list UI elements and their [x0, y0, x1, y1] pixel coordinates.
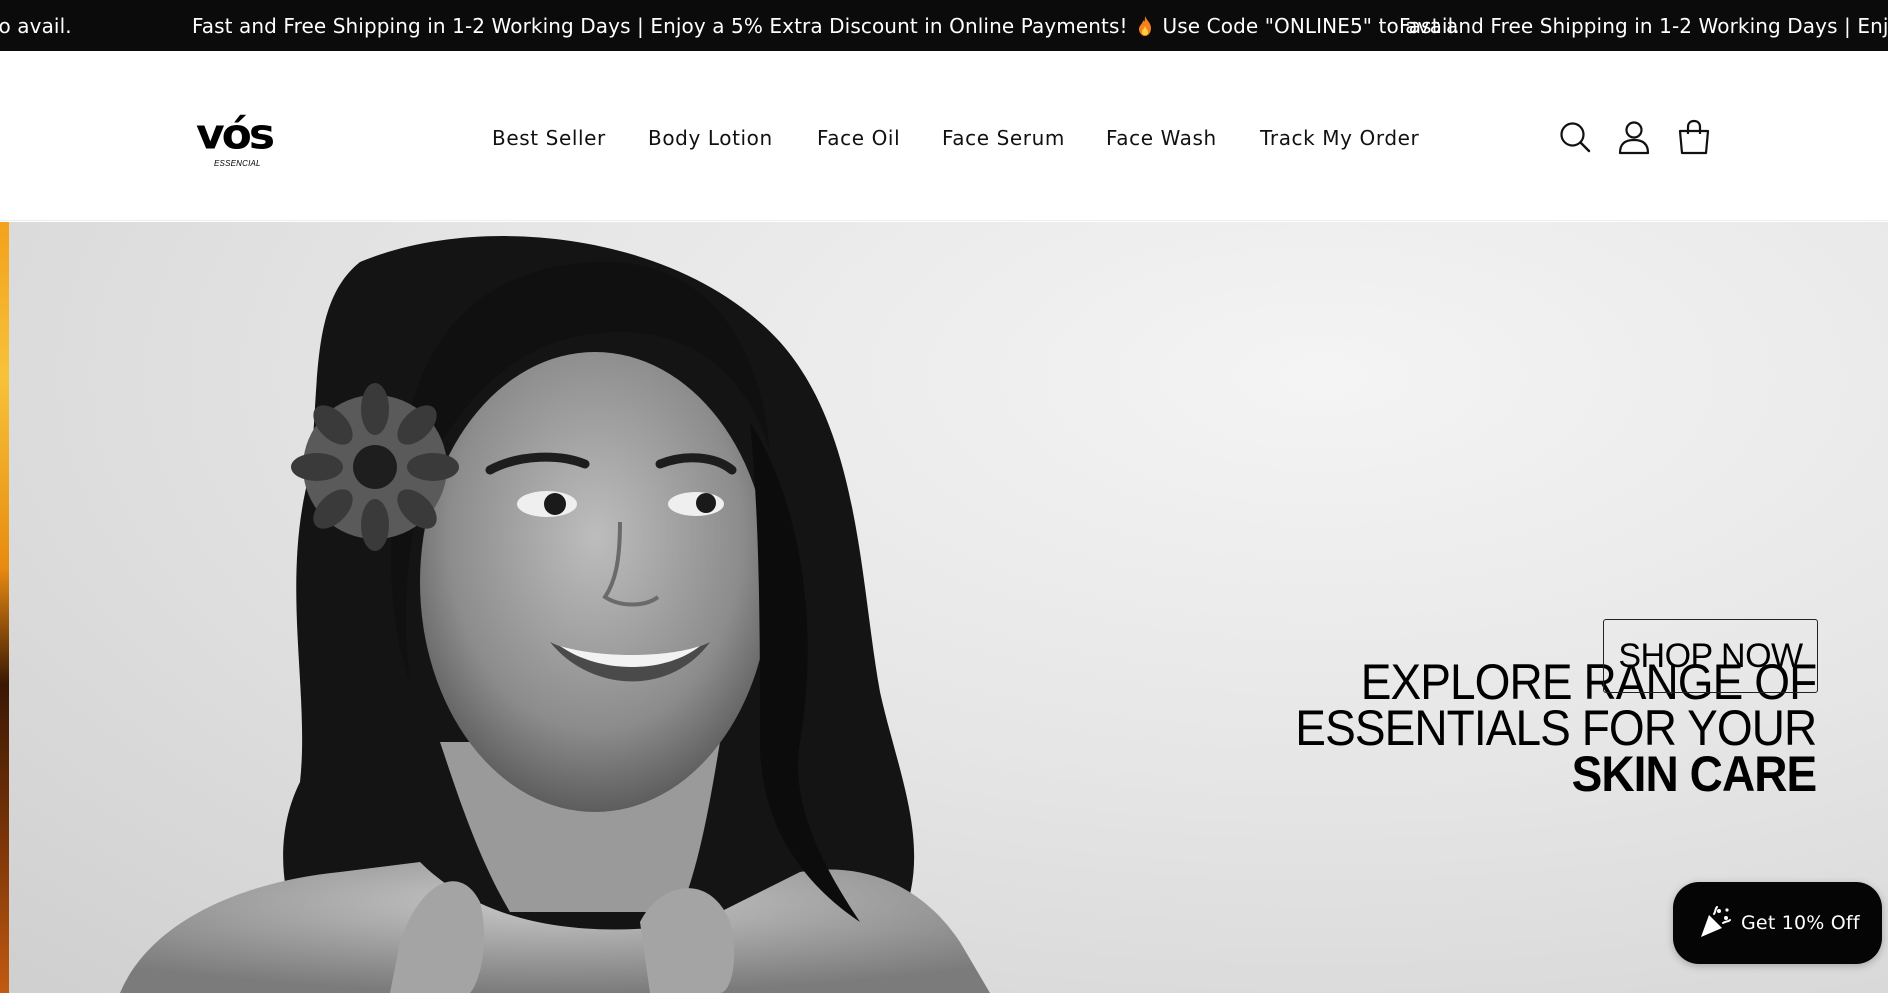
hero-edge-accent	[0, 222, 9, 993]
nav-best-seller[interactable]: Best Seller	[492, 123, 606, 153]
hero-line-2: ESSENTIALS FOR YOUR	[1294, 700, 1817, 756]
nav-face-wash[interactable]: Face Wash	[1106, 123, 1217, 153]
hero-portrait-image	[120, 236, 990, 993]
nav-face-oil[interactable]: Face Oil	[817, 123, 900, 153]
shop-now-button[interactable]: SHOP NOW	[1603, 619, 1818, 693]
nav-face-serum[interactable]: Face Serum	[942, 123, 1065, 153]
nav-body-lotion[interactable]: Body Lotion	[648, 123, 773, 153]
flame-icon	[1139, 16, 1152, 36]
account-icon[interactable]	[1617, 119, 1651, 155]
discount-popup-button[interactable]: Get 10% Off	[1673, 882, 1882, 964]
logo-subtitle: ESSENCIAL	[214, 159, 261, 168]
announcement-message: Fast and Free Shipping in 1-2 Working Da…	[192, 13, 1460, 39]
announcement-message: Fast and Free Shipping in 1-2 Working Da…	[1399, 13, 1888, 39]
announcement-message: Fast and Free Shipping in 1-2 Working Da…	[0, 13, 72, 39]
cart-icon[interactable]	[1677, 119, 1711, 155]
hero-banner: EXPLORE RANGE OF ESSENTIALS FOR YOUR SKI…	[0, 222, 1888, 993]
main-nav: Best Seller Body Lotion Face Oil Face Se…	[0, 123, 1888, 153]
announcement-text: Fast and Free Shipping in 1-2 Working Da…	[1399, 14, 1888, 38]
discount-label: Get 10% Off	[1741, 912, 1860, 934]
hero-line-3: SKIN CARE	[1571, 746, 1817, 802]
nav-track-my-order[interactable]: Track My Order	[1260, 123, 1419, 153]
search-icon[interactable]	[1558, 119, 1592, 155]
announcement-bar: Fast and Free Shipping in 1-2 Working Da…	[0, 0, 1888, 51]
party-popper-icon	[1701, 906, 1731, 937]
site-header: vós ESSENCIAL Best Seller Body Lotion Fa…	[0, 51, 1888, 221]
announcement-code: Use Code "ONLINE5" to avail.	[0, 14, 72, 38]
announcement-text: Fast and Free Shipping in 1-2 Working Da…	[192, 14, 1128, 38]
